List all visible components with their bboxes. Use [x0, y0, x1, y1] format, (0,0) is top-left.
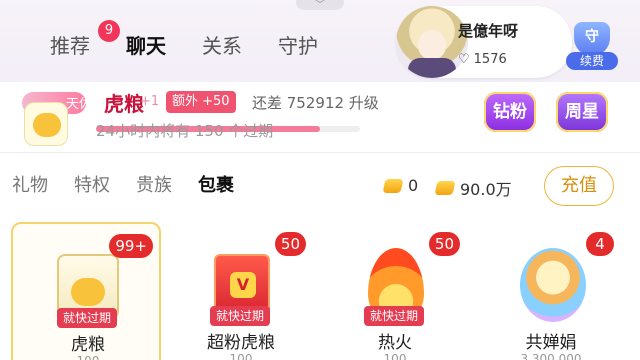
host-name: 是億年呀: [458, 22, 519, 40]
renew-label: 续费: [566, 52, 618, 70]
avatar[interactable]: [396, 6, 468, 78]
balance-gold: 0: [382, 176, 419, 195]
expire-tag: 就快过期: [364, 306, 425, 326]
gift-count-badge: 99+: [109, 234, 153, 258]
gift-item[interactable]: 4 共婵娟 3,300,000: [476, 222, 626, 360]
diamond-fan-button[interactable]: 钻粉: [484, 92, 536, 132]
likes-count: 1576: [473, 52, 507, 67]
tab-label: 聊天: [126, 34, 166, 58]
coin-icon: [434, 181, 456, 195]
weekly-star-button[interactable]: 周星: [556, 92, 608, 132]
tab-package[interactable]: 包裹: [198, 170, 234, 202]
gift-item[interactable]: 99+ 就快过期 虎粮 100: [11, 222, 161, 360]
gift-count-badge: 4: [586, 232, 614, 256]
expire-note: 24小时内将有 150 个过期: [96, 122, 274, 140]
tab-label: 关系: [202, 34, 242, 58]
tab-relations[interactable]: 关系: [202, 30, 242, 62]
chevron-down-icon: ﹀: [315, 0, 325, 11]
nav-tabs: 推荐 9 聊天 关系 守护: [50, 20, 354, 62]
expire-tag: 就快过期: [210, 306, 271, 326]
fan-gift-title: 虎粮: [104, 92, 144, 116]
tiger-food-icon: [24, 102, 68, 146]
gift-count-badge: 50: [274, 232, 306, 256]
avatar-face: [418, 30, 446, 60]
tab-recommend[interactable]: 推荐 9: [50, 20, 120, 62]
divider: [0, 152, 640, 153]
gift-item[interactable]: 50 就快过期 热火 100: [320, 222, 470, 360]
tab-gifts[interactable]: 礼物: [12, 170, 48, 202]
tab-privilege[interactable]: 特权: [74, 170, 110, 202]
host-likes: ♡ 1576: [458, 52, 507, 67]
heart-icon: ♡: [458, 52, 470, 67]
collapse-handle[interactable]: ﹀: [296, 0, 344, 11]
guard-renew-button[interactable]: 守 续费: [566, 22, 618, 70]
recharge-button[interactable]: 充值: [544, 166, 614, 206]
host-card[interactable]: 是億年呀 ♡ 1576: [396, 6, 572, 78]
gift-name: 共婵娟: [525, 333, 577, 353]
gift-name: 超粉虎粮: [207, 333, 275, 353]
gift-price: 100: [383, 352, 407, 360]
gift-name: 热火: [378, 333, 412, 353]
gift-tabs: 礼物 特权 贵族 包裹: [12, 170, 260, 202]
tab-nobility[interactable]: 贵族: [136, 170, 172, 202]
notification-badge: 9: [98, 20, 120, 42]
fan-badge-text: 天佐: [66, 97, 93, 112]
coin-icon: [382, 178, 404, 193]
fan-group-info: 天佐 虎粮 +1 额外 +50 还差 752912 升级 24小时内将有 150…: [0, 82, 640, 152]
expire-tag: 就快过期: [57, 308, 118, 328]
avatar-coat: [408, 58, 456, 78]
tab-label: 守护: [278, 34, 318, 58]
extra-bonus-tag: 额外 +50: [166, 91, 236, 113]
tiger-face: [33, 113, 61, 137]
moon-goddess-icon: [514, 244, 588, 324]
goddess-shape: [520, 248, 586, 322]
shield-icon: 守: [574, 22, 610, 56]
upgrade-text: 还差 752912 升级: [252, 94, 379, 112]
balance-silver: 90.0万: [434, 176, 512, 200]
balance-silver-value: 90.0万: [460, 180, 512, 199]
tab-label: 推荐: [50, 34, 90, 58]
tab-guard[interactable]: 守护: [278, 30, 318, 62]
plus-count: +1: [140, 94, 160, 109]
gift-name: 虎粮: [71, 335, 105, 355]
tab-chat[interactable]: 聊天: [126, 30, 166, 62]
gift-price: 100: [13, 354, 163, 360]
gift-item[interactable]: V 50 就快过期 超粉虎粮 100: [166, 222, 316, 360]
gift-price: 3,300,000: [520, 352, 582, 360]
v-mark: V: [230, 272, 256, 298]
top-nav: ﹀ 推荐 9 聊天 关系 守护 是億年呀 ♡ 1576 守 续费: [0, 0, 640, 82]
gift-panel: ﹀ 推荐 9 聊天 关系 守护 是億年呀 ♡ 1576 守 续费 天佐 虎粮 +…: [0, 0, 640, 360]
balance-gold-value: 0: [408, 176, 419, 195]
gift-count-badge: 50: [428, 232, 460, 256]
gift-price: 100: [229, 352, 253, 360]
tiger-face: [71, 278, 105, 306]
